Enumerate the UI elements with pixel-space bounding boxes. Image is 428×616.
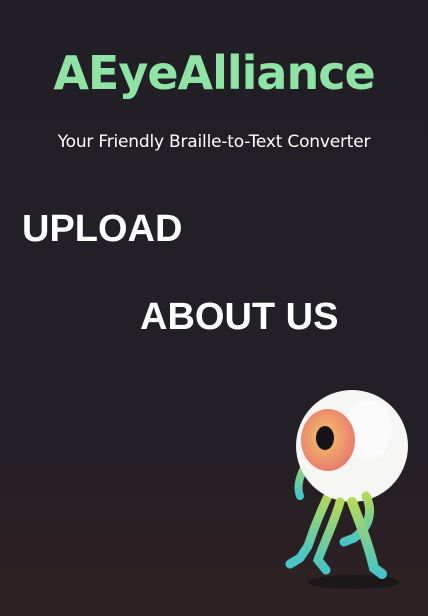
app-title: AEyeAlliance [53, 46, 375, 100]
mascot-shadow [308, 575, 400, 589]
walking-eyeball-mascot-icon [285, 390, 408, 589]
app-tagline: Your Friendly Braille-to-Text Converter [57, 132, 371, 152]
upload-link[interactable]: UPLOAD [22, 208, 182, 251]
about-us-link[interactable]: ABOUT US [140, 296, 338, 339]
mascot-pupil [316, 426, 334, 450]
